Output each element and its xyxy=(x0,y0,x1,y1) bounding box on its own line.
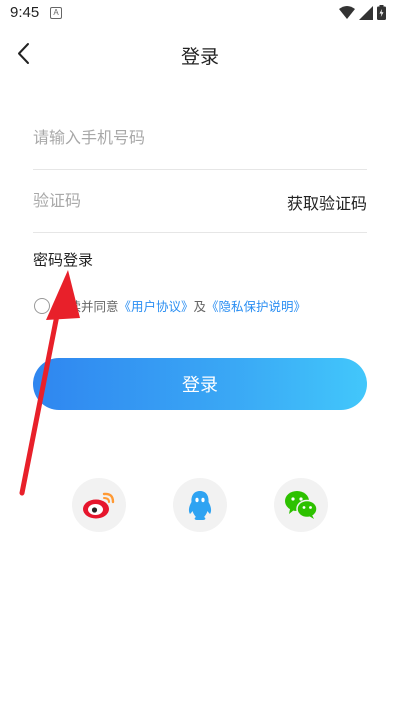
qq-login-button[interactable] xyxy=(173,478,227,532)
status-icons xyxy=(339,5,386,20)
page-title: 登录 xyxy=(180,46,219,68)
phone-field-row xyxy=(33,110,367,170)
code-field-row: 获取验证码 xyxy=(33,171,367,233)
wifi-icon xyxy=(339,5,355,19)
user-agreement-link[interactable]: 《用户协议》 xyxy=(119,296,194,315)
login-button[interactable]: 登录 xyxy=(33,358,367,410)
get-code-button[interactable]: 获取验证码 xyxy=(287,190,367,214)
agree-radio[interactable] xyxy=(34,297,50,314)
password-login-link[interactable]: 密码登录 xyxy=(33,249,93,270)
status-bar: 9:45 A xyxy=(0,0,400,28)
wechat-login-button[interactable] xyxy=(274,478,328,532)
agree-and: 及 xyxy=(193,299,207,314)
verification-code-input[interactable] xyxy=(33,191,253,210)
phone-input[interactable] xyxy=(33,128,253,147)
notification-app-icon: A xyxy=(50,7,62,19)
weibo-icon xyxy=(83,492,115,519)
wechat-icon xyxy=(285,491,318,519)
qq-icon xyxy=(188,491,212,520)
weibo-login-button[interactable] xyxy=(72,478,126,532)
annotation-arrow xyxy=(19,270,80,496)
agreement-row: 阅读并同意 《用户协议》 及 《隐私保护说明》 xyxy=(34,296,306,315)
agree-prefix: 阅读并同意 xyxy=(56,299,119,314)
header: 登录 xyxy=(0,28,400,80)
status-time: 9:45 xyxy=(10,4,40,21)
signal-icon xyxy=(359,5,373,20)
battery-icon xyxy=(377,5,386,20)
privacy-policy-link[interactable]: 《隐私保护说明》 xyxy=(206,296,306,315)
